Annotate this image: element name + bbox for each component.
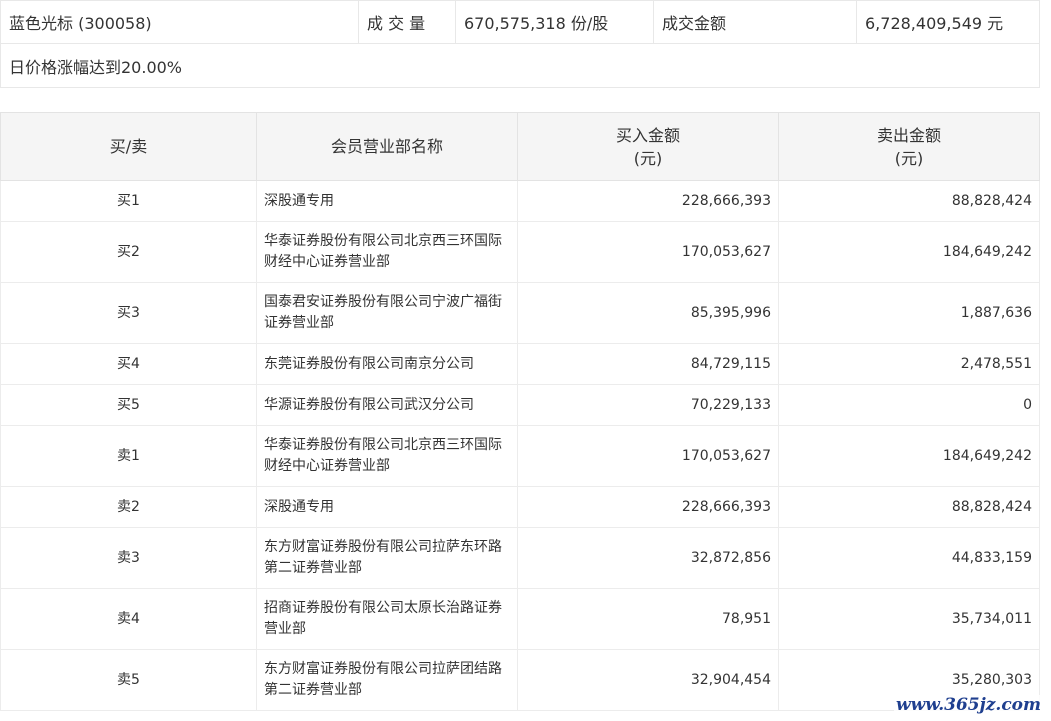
header-name: 会员营业部名称 [256,112,518,181]
row-name-line1: 东莞证券股份有限公司南京分公司 [264,355,474,372]
row-sell: 2,478,551 [778,343,1040,385]
reason-text: 日价格涨幅达到20.00% [0,43,1040,88]
row-name-line2: 营业部 [264,621,306,637]
row-sell: 0 [778,384,1040,426]
table-row: 卖5 东方财富证券股份有限公司拉萨团结路 第二证券营业部 32,904,454 3… [0,649,1040,711]
row-name: 东方财富证券股份有限公司拉萨东环路 第二证券营业部 [256,527,518,589]
row-name: 东莞证券股份有限公司南京分公司 [256,343,518,385]
row-buy: 70,229,133 [517,384,779,426]
row-name-line1: 国泰君安证券股份有限公司宁波广福街 [264,294,502,310]
row-buy: 170,053,627 [517,221,779,283]
row-name: 华泰证券股份有限公司北京西三环国际 财经中心证券营业部 [256,425,518,487]
row-name: 华泰证券股份有限公司北京西三环国际 财经中心证券营业部 [256,221,518,283]
row-name-line2: 证券营业部 [264,315,334,331]
row-name: 国泰君安证券股份有限公司宁波广福街 证券营业部 [256,282,518,344]
row-side: 买2 [0,221,257,283]
row-side: 买3 [0,282,257,344]
row-name-line1: 深股通专用 [264,192,334,209]
row-buy: 228,666,393 [517,486,779,528]
row-buy: 85,395,996 [517,282,779,344]
header-sell: 卖出金额 (元) [778,112,1040,181]
trading-seat-table: 买/卖 会员营业部名称 买入金额 (元) 卖出金额 (元) 买1 深股通专用 2… [0,112,1040,711]
row-name-line2: 财经中心证券营业部 [264,254,390,270]
row-name: 深股通专用 [256,180,518,222]
row-sell: 184,649,242 [778,425,1040,487]
amount-value: 6,728,409,549 元 [856,0,1040,44]
row-name: 东方财富证券股份有限公司拉萨团结路 第二证券营业部 [256,649,518,711]
summary-row: 蓝色光标 (300058) 成 交 量 670,575,318 份/股 成交金额… [0,0,1040,44]
row-sell: 184,649,242 [778,221,1040,283]
row-name-line1: 东方财富证券股份有限公司拉萨团结路 [264,661,502,677]
row-buy: 78,951 [517,588,779,650]
row-name-line1: 深股通专用 [264,498,334,515]
row-side: 买1 [0,180,257,222]
table-row: 卖4 招商证券股份有限公司太原长治路证券 营业部 78,951 35,734,01… [0,588,1040,650]
row-buy: 170,053,627 [517,425,779,487]
reason-row: 日价格涨幅达到20.00% [0,43,1040,88]
amount-label: 成交金额 [653,0,857,44]
volume-value: 670,575,318 份/股 [455,0,654,44]
table-row: 买2 华泰证券股份有限公司北京西三环国际 财经中心证券营业部 170,053,62… [0,221,1040,283]
row-side: 卖3 [0,527,257,589]
table-row: 买4 东莞证券股份有限公司南京分公司 84,729,115 2,478,551 [0,343,1040,385]
row-side: 卖2 [0,486,257,528]
header-sell-label: 卖出金额 [876,125,941,145]
row-name-line2: 第二证券营业部 [264,682,362,698]
row-name-line1: 华源证券股份有限公司武汉分公司 [264,396,474,413]
header-buy: 买入金额 (元) [517,112,779,181]
site-watermark: www.365jz.com [894,695,1043,715]
row-name-line1: 招商证券股份有限公司太原长治路证券 [264,600,502,616]
row-name-line2: 第二证券营业部 [264,560,362,576]
row-side: 买4 [0,343,257,385]
header-side: 买/卖 [0,112,257,181]
row-buy: 32,904,454 [517,649,779,711]
row-name-line2: 财经中心证券营业部 [264,458,390,474]
table-header: 买/卖 会员营业部名称 买入金额 (元) 卖出金额 (元) [0,112,1040,181]
table-row: 卖1 华泰证券股份有限公司北京西三环国际 财经中心证券营业部 170,053,62… [0,425,1040,487]
header-buy-label: 买入金额 [615,125,680,145]
row-sell: 1,887,636 [778,282,1040,344]
row-side: 卖4 [0,588,257,650]
volume-label: 成 交 量 [358,0,456,44]
row-name-line1: 华泰证券股份有限公司北京西三环国际 [264,437,502,453]
header-buy-unit: (元) [633,148,663,168]
row-side: 卖5 [0,649,257,711]
row-side: 卖1 [0,425,257,487]
row-name: 深股通专用 [256,486,518,528]
row-sell: 35,734,011 [778,588,1040,650]
table-row: 买5 华源证券股份有限公司武汉分公司 70,229,133 0 [0,384,1040,426]
summary-table: 蓝色光标 (300058) 成 交 量 670,575,318 份/股 成交金额… [0,0,1040,88]
row-sell: 88,828,424 [778,180,1040,222]
table-row: 买1 深股通专用 228,666,393 88,828,424 [0,180,1040,222]
row-name: 招商证券股份有限公司太原长治路证券 营业部 [256,588,518,650]
row-name: 华源证券股份有限公司武汉分公司 [256,384,518,426]
row-buy: 228,666,393 [517,180,779,222]
stock-name: 蓝色光标 (300058) [0,0,359,44]
table-row: 卖2 深股通专用 228,666,393 88,828,424 [0,486,1040,528]
row-buy: 84,729,115 [517,343,779,385]
row-sell: 44,833,159 [778,527,1040,589]
row-name-line1: 东方财富证券股份有限公司拉萨东环路 [264,539,502,555]
row-name-line1: 华泰证券股份有限公司北京西三环国际 [264,233,502,249]
table-row: 卖3 东方财富证券股份有限公司拉萨东环路 第二证券营业部 32,872,856 4… [0,527,1040,589]
row-buy: 32,872,856 [517,527,779,589]
header-sell-unit: (元) [894,148,924,168]
table-row: 买3 国泰君安证券股份有限公司宁波广福街 证券营业部 85,395,996 1,8… [0,282,1040,344]
row-sell: 88,828,424 [778,486,1040,528]
row-side: 买5 [0,384,257,426]
